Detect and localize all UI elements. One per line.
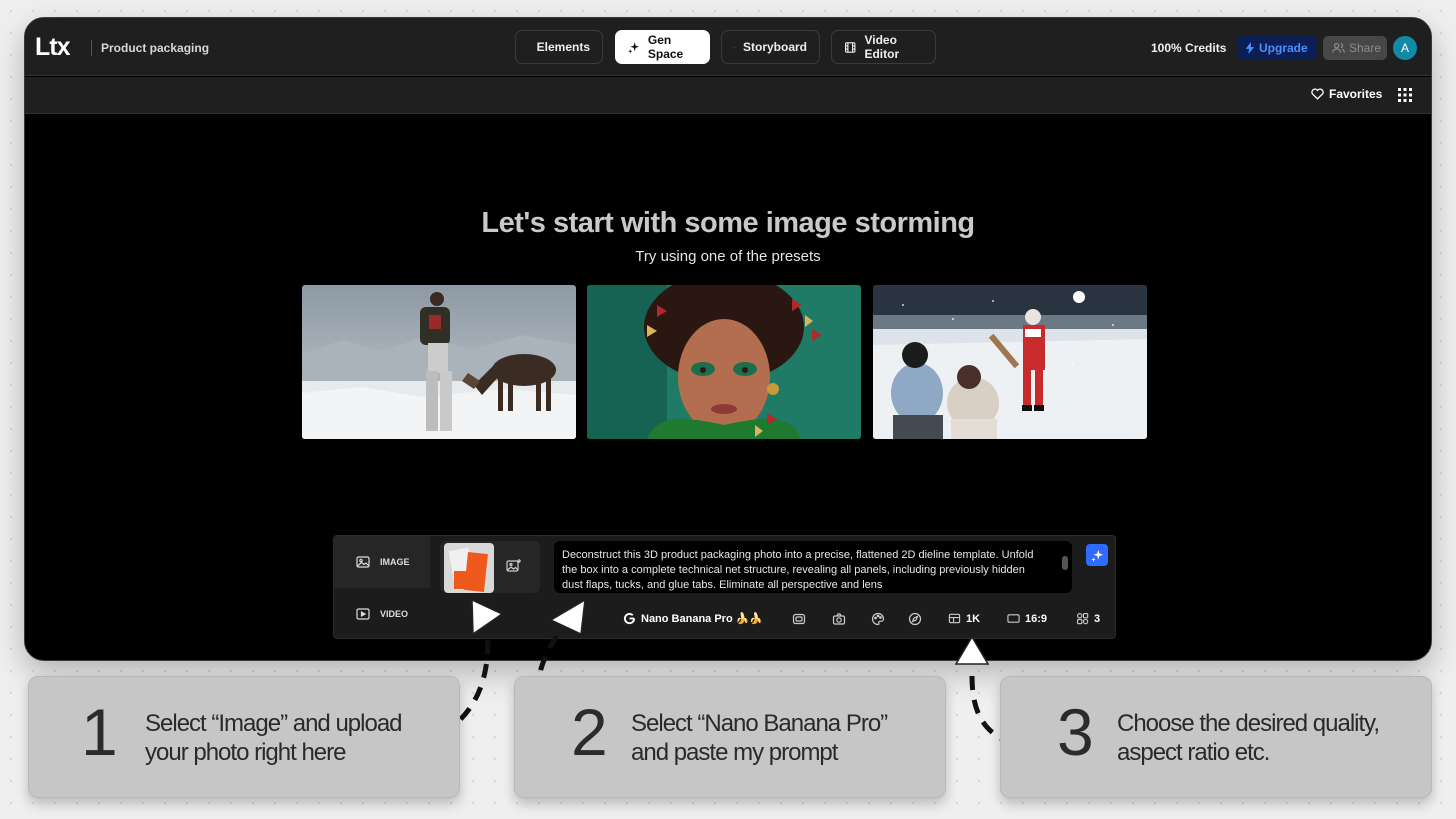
top-bar: Ltx Product packaging Elements Gen Space…: [25, 18, 1431, 76]
aspect-ratio-selector[interactable]: 16:9: [1007, 612, 1047, 625]
tab-storyboard[interactable]: Storyboard: [721, 30, 820, 64]
model-selector[interactable]: Nano Banana Pro 🍌🍌: [623, 612, 763, 625]
image-upload-area[interactable]: [440, 541, 540, 593]
instruction-card-3: 3 Choose the desired quality, aspect rat…: [1000, 676, 1432, 798]
tab-gen-space[interactable]: Gen Space: [615, 30, 710, 64]
sparkles-icon: [628, 41, 640, 53]
image-count-selector[interactable]: 3: [1076, 612, 1100, 625]
hero-subtitle: Try using one of the presets: [635, 248, 821, 265]
step-number: 3: [1057, 695, 1094, 769]
mode-selector: IMAGE VIDEO: [334, 536, 430, 640]
cube-icon: [528, 46, 529, 48]
camera-icon[interactable]: [832, 612, 846, 626]
tab-elements[interactable]: Elements: [515, 30, 603, 64]
preset-image-snow-baseball[interactable]: [873, 285, 1147, 439]
apps-grid-icon[interactable]: [1398, 88, 1412, 102]
tab-video-editor-label: Video Editor: [864, 33, 900, 61]
preset-image-snow-moose[interactable]: [302, 285, 576, 439]
tab-gen-space-label: Gen Space: [647, 33, 684, 61]
lightning-icon: [1245, 42, 1255, 54]
favorites-label: Favorites: [1329, 87, 1383, 101]
ltx-logo[interactable]: Ltx: [35, 35, 70, 60]
mode-image-label: IMAGE: [380, 557, 410, 567]
divider: [91, 40, 92, 56]
tab-video-editor[interactable]: Video Editor: [831, 30, 936, 64]
add-image-icon[interactable]: [506, 558, 522, 574]
quality-value: 1K: [966, 612, 981, 625]
favorites-button[interactable]: Favorites: [1311, 87, 1382, 101]
heart-icon: [1311, 88, 1324, 100]
sparkles-icon: [1090, 549, 1103, 562]
enhance-prompt-button[interactable]: [1086, 544, 1108, 566]
instruction-card-2: 2 Select “Nano Banana Pro” and paste my …: [514, 676, 946, 798]
tab-storyboard-label: Storyboard: [742, 40, 807, 54]
users-icon: [1332, 42, 1345, 53]
avatar[interactable]: A: [1393, 36, 1417, 60]
google-icon: [623, 613, 636, 625]
step-number: 2: [571, 695, 608, 769]
count-grid-icon: [1077, 613, 1089, 625]
step-text: Select “Nano Banana Pro” and paste my pr…: [631, 710, 888, 766]
prompt-scrollbar[interactable]: [1062, 556, 1068, 570]
compass-icon[interactable]: [908, 612, 922, 626]
sub-bar: Favorites: [25, 77, 1431, 114]
share-button[interactable]: Share: [1323, 36, 1387, 60]
prompt-input[interactable]: Deconstruct this 3D product packaging ph…: [554, 541, 1072, 593]
aspect-ratio-icon: [1007, 614, 1020, 623]
upgrade-button[interactable]: Upgrade: [1237, 36, 1317, 60]
step-number: 1: [81, 695, 118, 769]
play-icon: [356, 608, 370, 620]
image-icon: [356, 556, 370, 568]
model-label: Nano Banana Pro 🍌🍌: [641, 613, 764, 625]
project-name[interactable]: Product packaging: [101, 41, 209, 55]
aspect-ratio-value: 16:9: [1025, 612, 1048, 625]
clapperboard-icon: [734, 46, 735, 48]
hero-title: Let's start with some image storming: [481, 207, 975, 239]
frame-icon[interactable]: [792, 612, 806, 626]
upgrade-label: Upgrade: [1259, 41, 1308, 55]
preset-image-portrait[interactable]: [587, 285, 861, 439]
instruction-card-1: 1 Select “Image” and upload your photo r…: [28, 676, 460, 798]
uploaded-image-thumbnail[interactable]: [444, 543, 494, 593]
film-icon: [845, 41, 856, 53]
mode-video-label: VIDEO: [380, 609, 409, 619]
prompt-composer: IMAGE VIDEO Deconstruct this 3D product …: [333, 535, 1116, 639]
image-count-value: 3: [1094, 612, 1101, 625]
step-text: Choose the desired quality, aspect ratio…: [1117, 710, 1380, 766]
credits-indicator[interactable]: 100% Credits: [1151, 41, 1226, 55]
mode-video[interactable]: VIDEO: [334, 588, 430, 640]
share-label: Share: [1349, 41, 1382, 55]
resolution-icon: [948, 613, 961, 624]
app-window: Ltx Product packaging Elements Gen Space…: [24, 17, 1432, 661]
mode-image[interactable]: IMAGE: [334, 536, 430, 588]
quality-selector[interactable]: 1K: [948, 612, 980, 625]
palette-icon[interactable]: [871, 612, 885, 626]
tab-elements-label: Elements: [536, 40, 590, 54]
step-text: Select “Image” and upload your photo rig…: [145, 710, 403, 766]
